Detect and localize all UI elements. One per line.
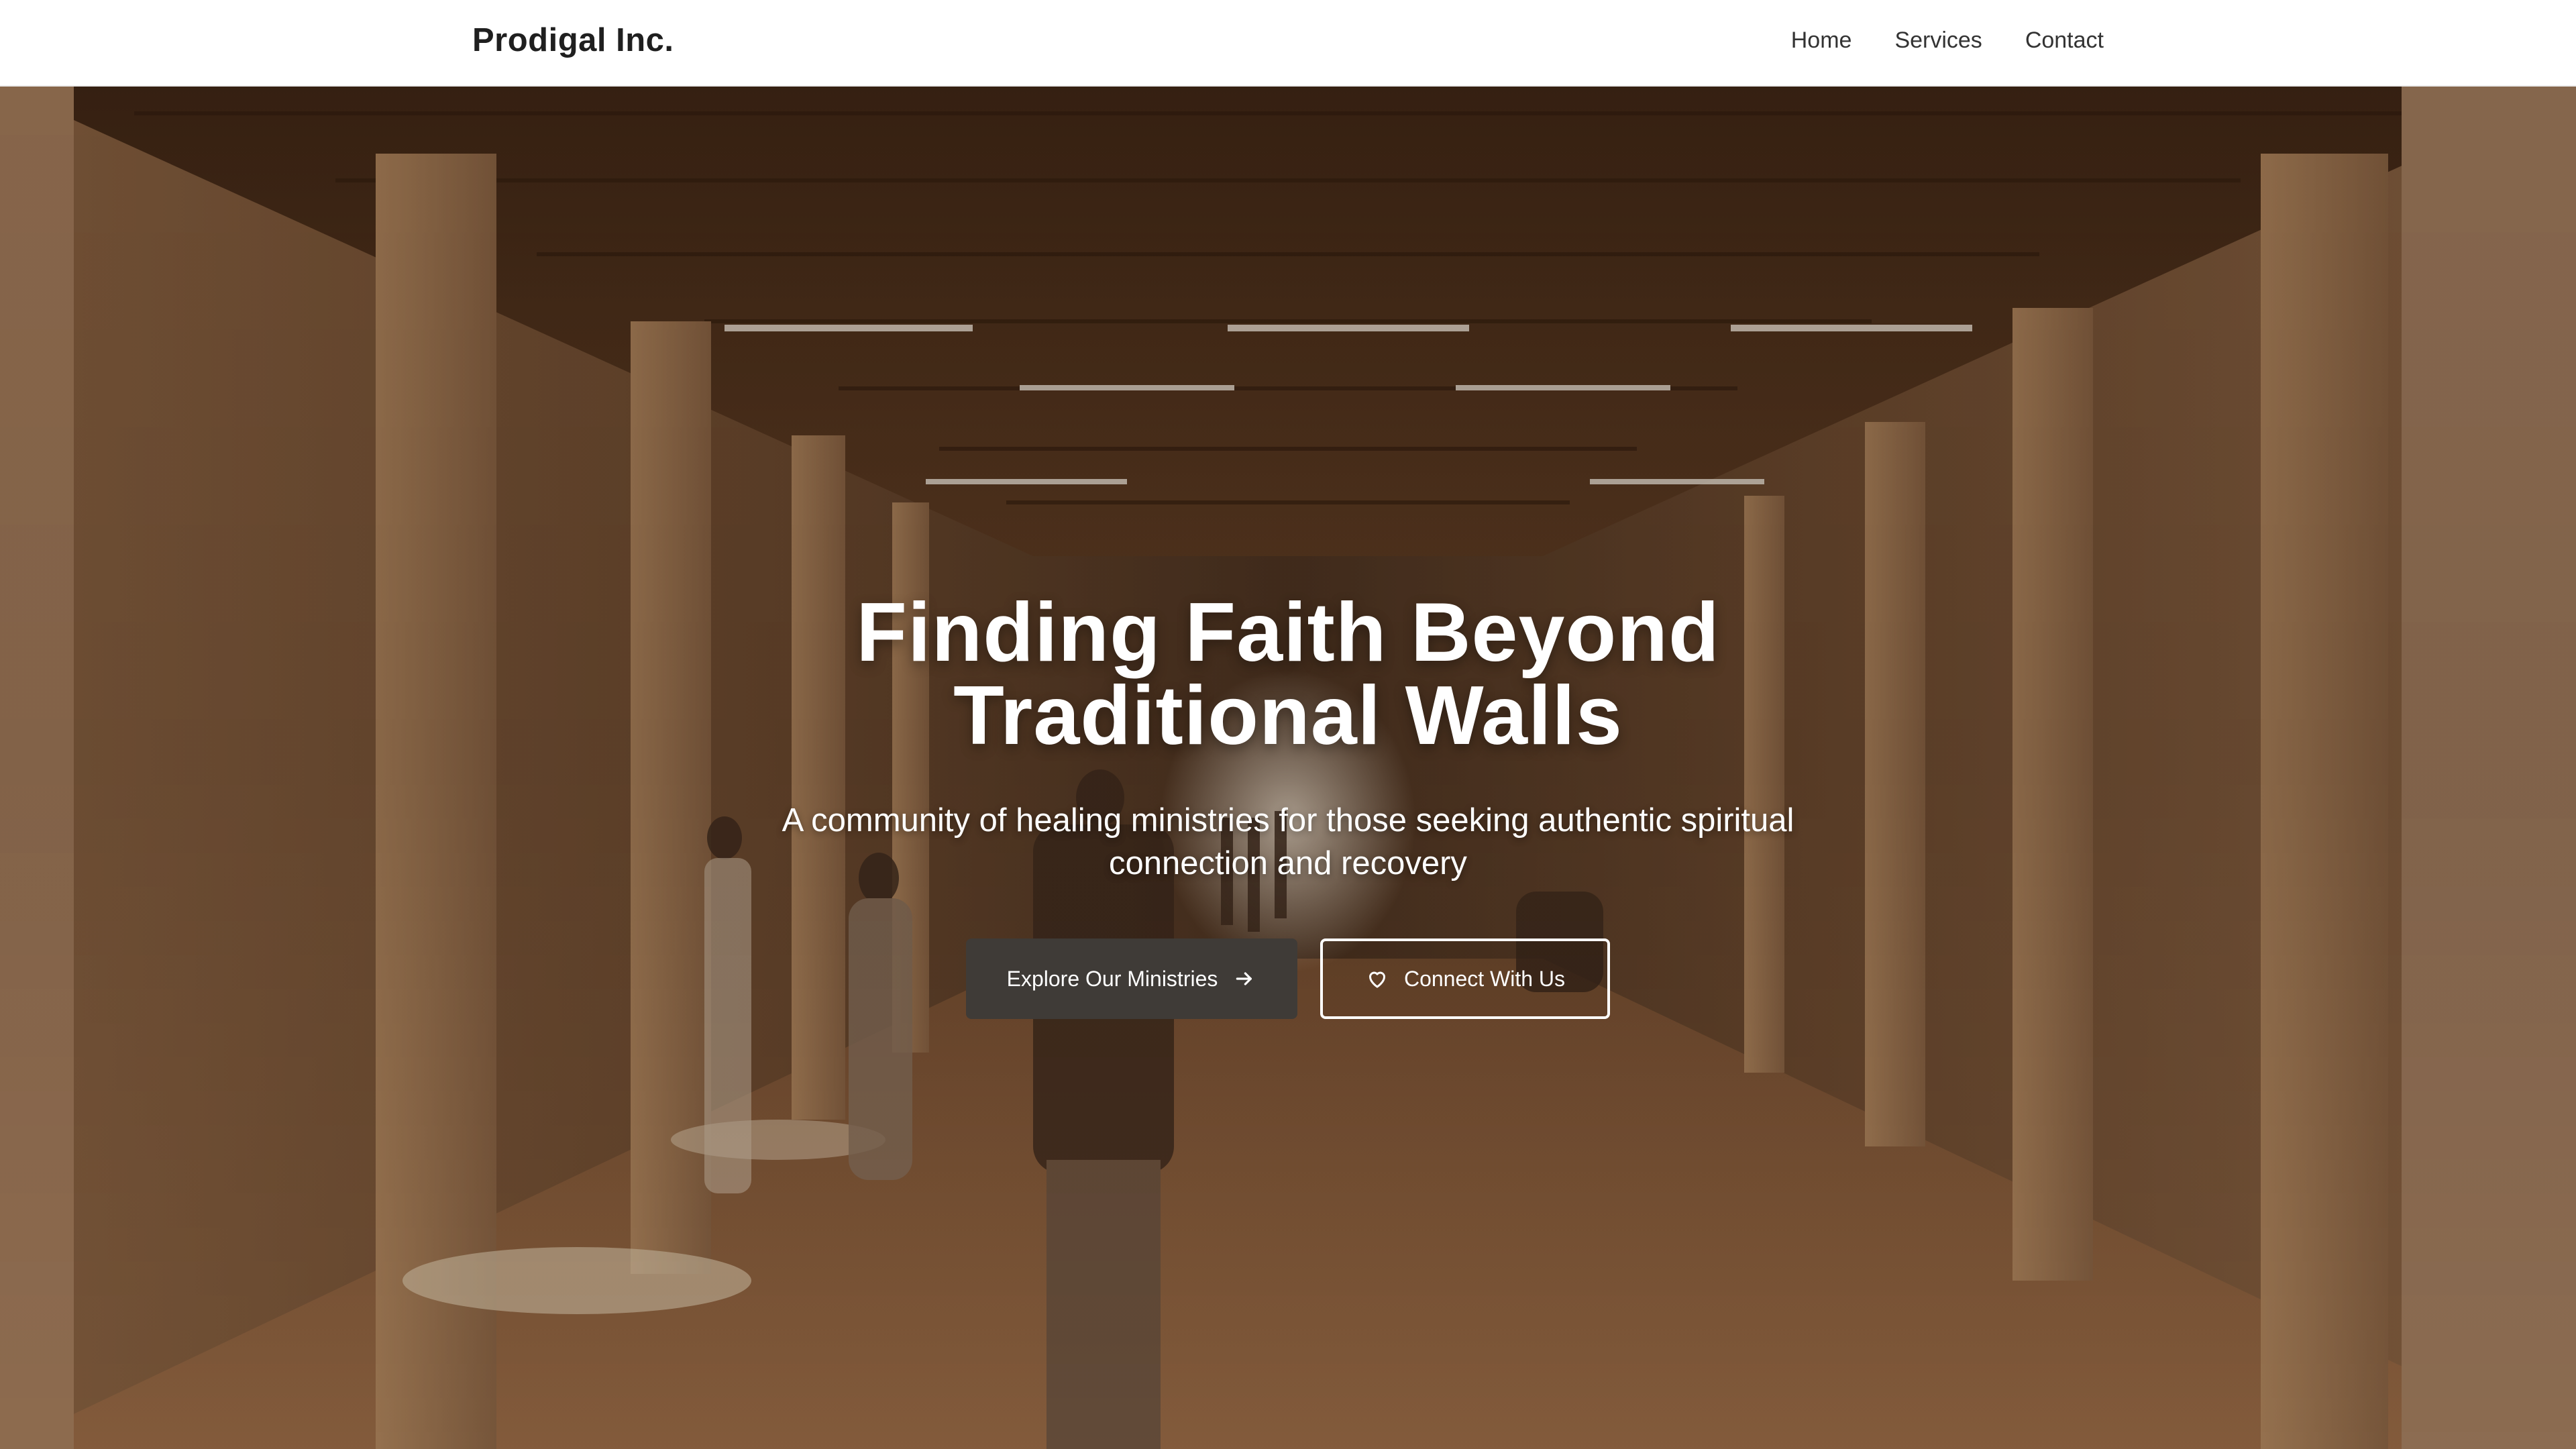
top-navbar: Prodigal Inc. Home Services Contact bbox=[0, 0, 2576, 87]
arrow-right-icon bbox=[1232, 967, 1256, 991]
heart-icon bbox=[1365, 967, 1389, 991]
hero-buttons: Explore Our Ministries Connect With Us bbox=[0, 938, 2576, 1019]
hero-section: Finding Faith Beyond Traditional Walls A… bbox=[0, 87, 2576, 1449]
explore-ministries-button[interactable]: Explore Our Ministries bbox=[966, 938, 1297, 1019]
main-nav: Home Services Contact bbox=[1791, 25, 2104, 55]
explore-ministries-label: Explore Our Ministries bbox=[1006, 966, 1218, 991]
nav-link-home[interactable]: Home bbox=[1791, 25, 1852, 55]
hero-content: Finding Faith Beyond Traditional Walls A… bbox=[0, 591, 2576, 1019]
nav-link-contact[interactable]: Contact bbox=[2025, 25, 2104, 55]
hero-title: Finding Faith Beyond Traditional Walls bbox=[856, 586, 1720, 762]
nav-link-services[interactable]: Services bbox=[1894, 25, 1982, 55]
hero-subtitle: A community of healing ministries for th… bbox=[782, 802, 1794, 881]
connect-with-us-button[interactable]: Connect With Us bbox=[1320, 938, 1610, 1019]
connect-with-us-label: Connect With Us bbox=[1403, 966, 1566, 991]
brand-logo[interactable]: Prodigal Inc. bbox=[472, 20, 674, 60]
